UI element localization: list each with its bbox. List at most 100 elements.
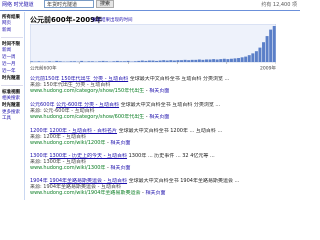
sidebar-item[interactable]: 近一月 — [2, 62, 23, 68]
timeline-bar[interactable] — [244, 56, 248, 62]
sidebar-group-title[interactable]: 所有结果 — [2, 14, 23, 20]
search-button[interactable]: 搜索 — [96, 0, 114, 8]
result-title-link[interactable]: 150年代出生_分类 - 互动百科 — [61, 76, 128, 82]
timeline-bar[interactable] — [73, 61, 77, 62]
timeline-bar[interactable] — [30, 61, 34, 62]
timeline-bar[interactable] — [190, 59, 194, 62]
search-input[interactable]: 年货时光隧道 — [44, 0, 94, 8]
timeline-bar[interactable] — [158, 60, 162, 62]
result-related-link[interactable]: 相关页面 — [149, 88, 169, 94]
timeline-bar[interactable] — [80, 60, 84, 62]
top-bar: 网络 时光隧道 年货时光隧道 搜索 约有 12,400 项 — [0, 0, 300, 12]
timeline-bar[interactable] — [265, 36, 269, 62]
sidebar-item[interactable]: 时光隧道 — [2, 103, 23, 109]
timeline-bar[interactable] — [222, 58, 226, 62]
timeline-bar[interactable] — [147, 60, 151, 62]
sidebar-item[interactable]: 新闻 — [2, 48, 23, 54]
timeline-bar[interactable] — [183, 59, 187, 62]
result-date[interactable]: 1300年 — [30, 153, 48, 159]
timeline-bar[interactable] — [69, 61, 73, 62]
result-date[interactable]: 1904年 — [30, 178, 48, 184]
result-title-link[interactable]: 1200年 - 互动百科 - 百科名片 — [49, 128, 117, 134]
sidebar-item[interactable]: 时光隧道 — [2, 76, 23, 82]
search-result: 1300年 1300年 - 历史上的今天 - 互动百科 1300年 ... 历史… — [30, 153, 292, 172]
timeline-bar[interactable] — [212, 59, 216, 62]
timeline-bar[interactable] — [87, 61, 91, 62]
timeline-bar[interactable] — [208, 59, 212, 62]
timeline-bar[interactable] — [98, 61, 102, 62]
timeline-bar[interactable] — [155, 60, 159, 62]
timeline-bar[interactable] — [215, 59, 219, 62]
result-snippet: 1300年 ... 历史事件 ... 32 4亿元等 ... — [128, 153, 215, 159]
timeline-bar[interactable] — [262, 42, 266, 62]
timeline-bar[interactable] — [197, 59, 201, 62]
timeline-chart[interactable]: 公元前600年 2009年 — [30, 24, 276, 70]
timeline-bar[interactable] — [219, 59, 223, 62]
timeline-bar[interactable] — [133, 61, 137, 62]
timeline-bar[interactable] — [105, 61, 109, 62]
timeline-bar[interactable] — [144, 60, 148, 62]
search-result: 公元前150年 150年代出生_分类 - 互动百科 全球最大中文百科全书 互动百… — [30, 76, 292, 95]
sidebar-item[interactable]: 相关搜索 — [2, 96, 23, 102]
timeline-bar[interactable] — [162, 60, 166, 62]
timeline-bar[interactable] — [201, 59, 205, 62]
result-title-link[interactable]: 1904年圣路易斯奥运会 - 互动百科 — [49, 178, 127, 184]
timeline-bar[interactable] — [119, 61, 123, 62]
chart-note[interactable]: 搜索结果出现的时间 — [92, 17, 133, 23]
sidebar-item[interactable]: 网页 — [2, 21, 23, 27]
timeline-background — [30, 24, 276, 63]
timeline-bar[interactable] — [172, 60, 176, 62]
timeline-bar[interactable] — [187, 60, 191, 62]
timeline-bar[interactable] — [126, 60, 130, 62]
timeline-bar[interactable] — [58, 61, 62, 62]
timeline-bar[interactable] — [233, 58, 237, 62]
timeline-bar[interactable] — [176, 60, 180, 62]
timeline-bar[interactable] — [194, 59, 198, 62]
result-related-link[interactable]: 相关页面 — [149, 114, 169, 120]
timeline-bar[interactable] — [237, 58, 241, 62]
sidebar-item[interactable]: 新闻 — [2, 28, 23, 34]
timeline-bar[interactable] — [101, 60, 105, 62]
timeline-bar[interactable] — [55, 60, 59, 62]
result-snippet: 全球最大中文百科全书 1904年圣路易斯奥运会 ... — [128, 178, 240, 184]
result-related-link[interactable]: 相关页面 — [110, 165, 130, 171]
timeline-bar[interactable] — [37, 61, 41, 62]
result-url: www.hudong.com/wiki/1904年圣路易斯奥运会 — [30, 190, 141, 197]
sidebar-group-title[interactable]: 标准视图 — [2, 89, 23, 95]
sidebar-group-title[interactable]: 时间不限 — [2, 41, 23, 47]
timeline-bar[interactable] — [229, 58, 233, 62]
result-date[interactable]: 公元前150年 — [30, 76, 60, 82]
result-url: www.hudong.com/category/show/150年代出生 — [30, 88, 145, 95]
timeline-bar[interactable] — [137, 60, 141, 62]
timeline-bar[interactable] — [205, 59, 208, 62]
result-related-link[interactable]: 相关页面 — [145, 190, 165, 196]
timeline-bar[interactable] — [269, 29, 273, 63]
timeline-bar[interactable] — [112, 61, 116, 62]
timeline-bar[interactable] — [254, 51, 258, 62]
timeline-bar[interactable] — [226, 59, 230, 62]
timeline-bar[interactable] — [240, 57, 244, 62]
timeline-bar[interactable] — [48, 61, 52, 62]
result-title-link[interactable]: 公元-600年 分类 - 互动百科 — [56, 102, 119, 108]
timeline-bar[interactable] — [115, 60, 119, 62]
timeline-bar[interactable] — [272, 26, 276, 62]
timeline-bar[interactable] — [169, 60, 173, 62]
timeline-bar[interactable] — [140, 60, 144, 62]
timeline-bar[interactable] — [258, 47, 262, 62]
result-related-link[interactable]: 相关页面 — [110, 140, 130, 146]
timeline-bar[interactable] — [90, 61, 94, 62]
result-date[interactable]: 公元600年 — [30, 102, 55, 108]
timeline-bar[interactable] — [123, 61, 126, 62]
result-date[interactable]: 1200年 — [30, 128, 48, 134]
timeline-bar[interactable] — [165, 60, 169, 62]
timeline-bar[interactable] — [251, 53, 255, 62]
sidebar-item[interactable]: 近一年 — [2, 69, 23, 75]
timeline-bar[interactable] — [247, 55, 251, 62]
result-stats: 约有 12,400 项 — [261, 2, 297, 8]
sidebar-item[interactable]: 更多搜索工具 — [2, 110, 23, 122]
timeline-bar[interactable] — [180, 60, 184, 62]
sidebar-item[interactable]: 近一周 — [2, 55, 23, 61]
timeline-bar[interactable] — [151, 60, 155, 62]
top-nav[interactable]: 网络 时光隧道 — [2, 1, 34, 8]
result-title-link[interactable]: 1300年 - 历史上的今天 - 互动百科 — [49, 153, 127, 159]
